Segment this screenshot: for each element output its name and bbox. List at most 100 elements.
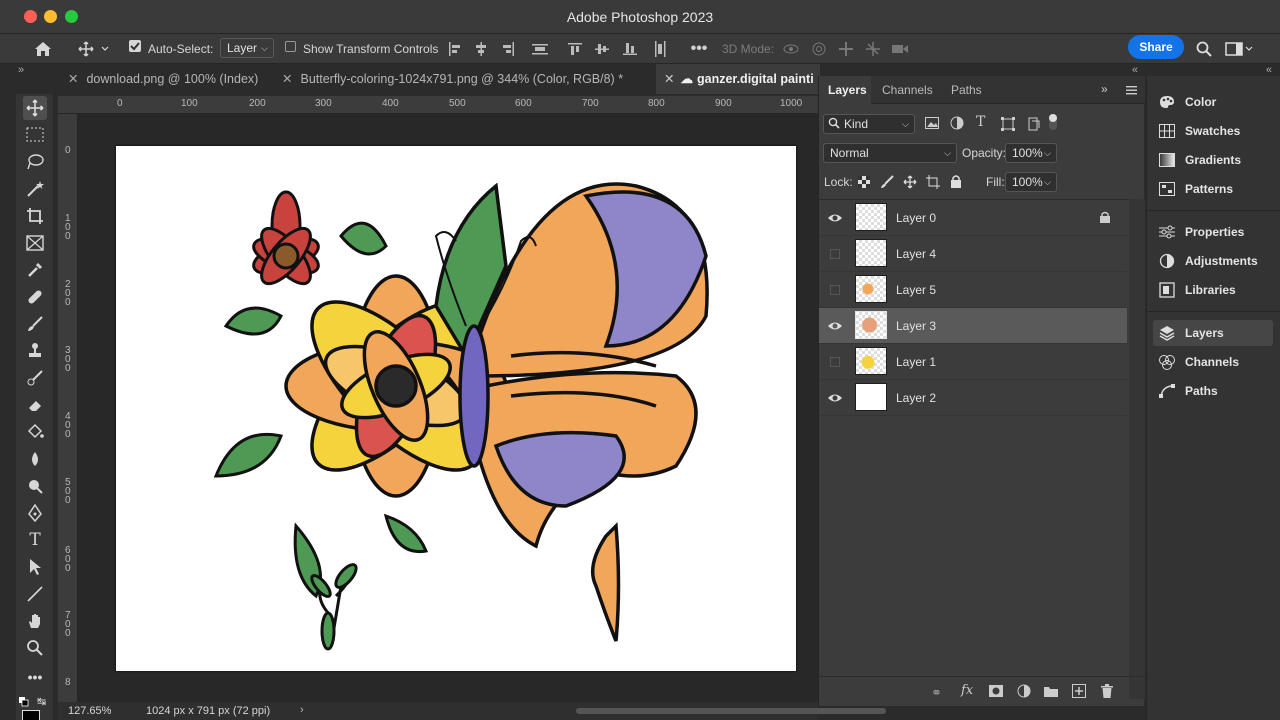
layer-row[interactable]: Layer 4: [819, 236, 1127, 272]
align-left-icon[interactable]: [446, 39, 464, 59]
new-layer-icon[interactable]: [1072, 684, 1086, 701]
line-tool-icon[interactable]: [23, 582, 47, 606]
history-brush-tool-icon[interactable]: [23, 366, 47, 390]
layer-name[interactable]: Layer 1: [896, 344, 936, 380]
align-top-icon[interactable]: [566, 39, 584, 59]
lock-position-icon[interactable]: [903, 175, 917, 192]
layer-row-selected[interactable]: Layer 3: [819, 308, 1127, 344]
marquee-tool-icon[interactable]: [23, 123, 47, 147]
document-canvas[interactable]: [116, 146, 796, 671]
blur-tool-icon[interactable]: [23, 447, 47, 471]
layer-name[interactable]: Layer 5: [896, 272, 936, 308]
doc-tab-butterfly[interactable]: ✕ Butterfly-coloring-1024x791.png @ 344% …: [274, 64, 660, 94]
dock-item-properties[interactable]: Properties: [1153, 219, 1273, 245]
frame-tool-icon[interactable]: [23, 231, 47, 255]
eraser-tool-icon[interactable]: [23, 393, 47, 417]
dock-item-layers[interactable]: Layers: [1153, 320, 1273, 346]
tab-layers[interactable]: Layers: [819, 76, 871, 104]
doc-tab-ganzer[interactable]: ✕ ☁ ganzer.digital painti: [656, 64, 820, 94]
move-tool-preset-icon[interactable]: [76, 39, 112, 59]
align-bottom-icon[interactable]: [621, 39, 639, 59]
home-icon[interactable]: [32, 39, 54, 59]
dock-item-patterns[interactable]: Patterns: [1153, 176, 1273, 202]
dock-item-color[interactable]: Color: [1153, 89, 1273, 115]
doc-tab-download[interactable]: ✕ download.png @ 100% (Index): [60, 64, 270, 94]
visibility-toggle-empty[interactable]: [827, 282, 843, 298]
close-icon[interactable]: ✕: [282, 72, 292, 86]
close-icon[interactable]: ✕: [664, 72, 674, 86]
edit-toolbar-icon[interactable]: •••: [23, 665, 47, 689]
status-menu-chevron-icon[interactable]: ›: [300, 704, 304, 716]
layer-name[interactable]: Layer 3: [896, 308, 936, 344]
horizontal-scrollbar[interactable]: [576, 708, 886, 714]
align-center-icon[interactable]: [472, 39, 490, 59]
layer-row[interactable]: Layer 5: [819, 272, 1127, 308]
visibility-toggle-empty[interactable]: [827, 354, 843, 370]
dock-collapse-icon[interactable]: «: [1266, 64, 1272, 76]
pen-tool-icon[interactable]: [23, 501, 47, 525]
type-tool-icon[interactable]: T: [23, 528, 47, 552]
dock-item-gradients[interactable]: Gradients: [1153, 147, 1273, 173]
distribute-horizontal-icon[interactable]: [531, 39, 549, 59]
filter-adjustment-icon[interactable]: [950, 116, 964, 133]
3d-camera-icon[interactable]: [889, 39, 911, 59]
healing-brush-tool-icon[interactable]: [23, 285, 47, 309]
zoom-tool-icon[interactable]: [23, 636, 47, 660]
dodge-tool-icon[interactable]: [23, 474, 47, 498]
workspace-icon[interactable]: [1222, 39, 1256, 59]
layer-style-fx-icon[interactable]: fx: [961, 683, 973, 698]
3d-orbit-icon[interactable]: [780, 39, 802, 59]
layer-row[interactable]: Layer 0: [819, 200, 1127, 236]
zoom-level[interactable]: 127.65%: [68, 705, 111, 717]
3d-slide-icon[interactable]: [862, 39, 884, 59]
new-adjustment-layer-icon[interactable]: [1017, 684, 1031, 701]
path-selection-tool-icon[interactable]: [23, 555, 47, 579]
lock-artboard-icon[interactable]: [926, 175, 940, 192]
filter-type-icon[interactable]: T: [976, 114, 985, 130]
layers-scrollbar[interactable]: [1129, 199, 1145, 699]
lasso-tool-icon[interactable]: [23, 150, 47, 174]
clone-stamp-tool-icon[interactable]: [23, 339, 47, 363]
share-button[interactable]: Share: [1128, 35, 1184, 59]
dock-item-adjustments[interactable]: Adjustments: [1153, 248, 1273, 274]
expand-panels-icon[interactable]: »: [1101, 82, 1108, 96]
filter-toggle-switch[interactable]: [1049, 114, 1057, 130]
visibility-toggle-empty[interactable]: [827, 246, 843, 262]
panel-menu-icon[interactable]: [1126, 84, 1137, 98]
filter-pixel-icon[interactable]: [925, 117, 939, 132]
link-layers-icon[interactable]: ⚭: [931, 685, 942, 701]
new-group-folder-icon[interactable]: [1044, 685, 1058, 700]
layer-name[interactable]: Layer 2: [896, 380, 936, 416]
layer-name[interactable]: Layer 4: [896, 236, 936, 272]
auto-select-target-dropdown[interactable]: Layer ⌵: [220, 38, 274, 58]
close-icon[interactable]: ✕: [68, 72, 78, 86]
layer-name[interactable]: Layer 0: [896, 200, 936, 236]
dock-item-paths[interactable]: Paths: [1153, 378, 1273, 404]
blend-mode-dropdown[interactable]: Normal ⌵: [823, 143, 957, 163]
brush-tool-icon[interactable]: [23, 312, 47, 336]
move-tool-icon[interactable]: [23, 96, 47, 120]
paint-bucket-tool-icon[interactable]: [23, 420, 47, 444]
foreground-color-swatch[interactable]: [22, 710, 40, 720]
lock-transparent-icon[interactable]: [858, 176, 870, 191]
filter-shape-icon[interactable]: [1001, 117, 1015, 134]
show-transform-checkbox[interactable]: [285, 41, 296, 52]
eyedropper-tool-icon[interactable]: [23, 258, 47, 282]
filter-smart-object-icon[interactable]: [1026, 117, 1040, 134]
hand-tool-icon[interactable]: [23, 609, 47, 633]
3d-pan-icon[interactable]: [835, 39, 857, 59]
opacity-field[interactable]: 100% ⌵: [1005, 143, 1057, 163]
add-mask-icon[interactable]: [989, 685, 1003, 700]
fill-field[interactable]: 100% ⌵: [1005, 172, 1057, 192]
3d-roll-icon[interactable]: [808, 39, 830, 59]
align-middle-icon[interactable]: [593, 39, 611, 59]
delete-layer-trash-icon[interactable]: [1101, 684, 1113, 701]
lock-image-icon[interactable]: [880, 175, 894, 192]
lock-all-icon[interactable]: [950, 174, 962, 191]
panel-collapse-icon[interactable]: «: [1132, 64, 1138, 76]
tab-paths[interactable]: Paths: [951, 76, 982, 104]
distribute-vertical-icon[interactable]: [651, 39, 669, 59]
layer-row[interactable]: Layer 1: [819, 344, 1127, 380]
collapse-left-icon[interactable]: »: [18, 64, 24, 76]
dock-item-channels[interactable]: Channels: [1153, 349, 1273, 375]
